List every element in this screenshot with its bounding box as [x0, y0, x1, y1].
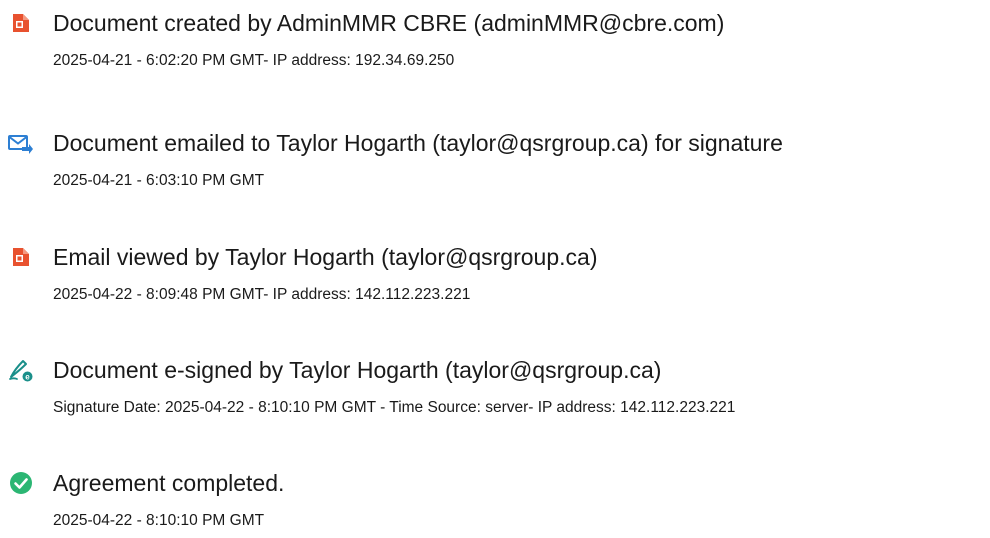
- check-circle-icon: [8, 470, 34, 496]
- event-title: Document created by AdminMMR CBRE (admin…: [53, 10, 725, 36]
- event-title: Document e-signed by Taylor Hogarth (tay…: [53, 357, 662, 383]
- document-created-icon: [8, 10, 34, 36]
- esign-pen-icon: e: [8, 357, 34, 383]
- event-detail: 2025-04-21 - 6:02:20 PM GMT- IP address:…: [53, 52, 455, 69]
- email-sent-icon: [8, 130, 34, 156]
- audit-event-document-esigned: e Document e-signed by Taylor Hogarth (t…: [8, 355, 988, 418]
- event-detail: Signature Date: 2025-04-22 - 8:10:10 PM …: [53, 399, 736, 416]
- audit-event-document-created: Document created by AdminMMR CBRE (admin…: [8, 8, 988, 71]
- svg-text:e: e: [25, 373, 30, 382]
- audit-event-email-viewed: Email viewed by Taylor Hogarth (taylor@q…: [8, 242, 988, 305]
- email-viewed-icon: [8, 244, 34, 270]
- audit-event-document-emailed: Document emailed to Taylor Hogarth (tayl…: [8, 128, 988, 191]
- event-title: Email viewed by Taylor Hogarth (taylor@q…: [53, 244, 598, 270]
- audit-event-agreement-completed: Agreement completed. 2025-04-22 - 8:10:1…: [8, 468, 988, 531]
- event-title: Document emailed to Taylor Hogarth (tayl…: [53, 130, 783, 156]
- event-title: Agreement completed.: [53, 470, 285, 496]
- event-detail: 2025-04-22 - 8:10:10 PM GMT: [53, 512, 265, 529]
- event-detail: 2025-04-22 - 8:09:48 PM GMT- IP address:…: [53, 286, 471, 303]
- event-detail: 2025-04-21 - 6:03:10 PM GMT: [53, 172, 265, 189]
